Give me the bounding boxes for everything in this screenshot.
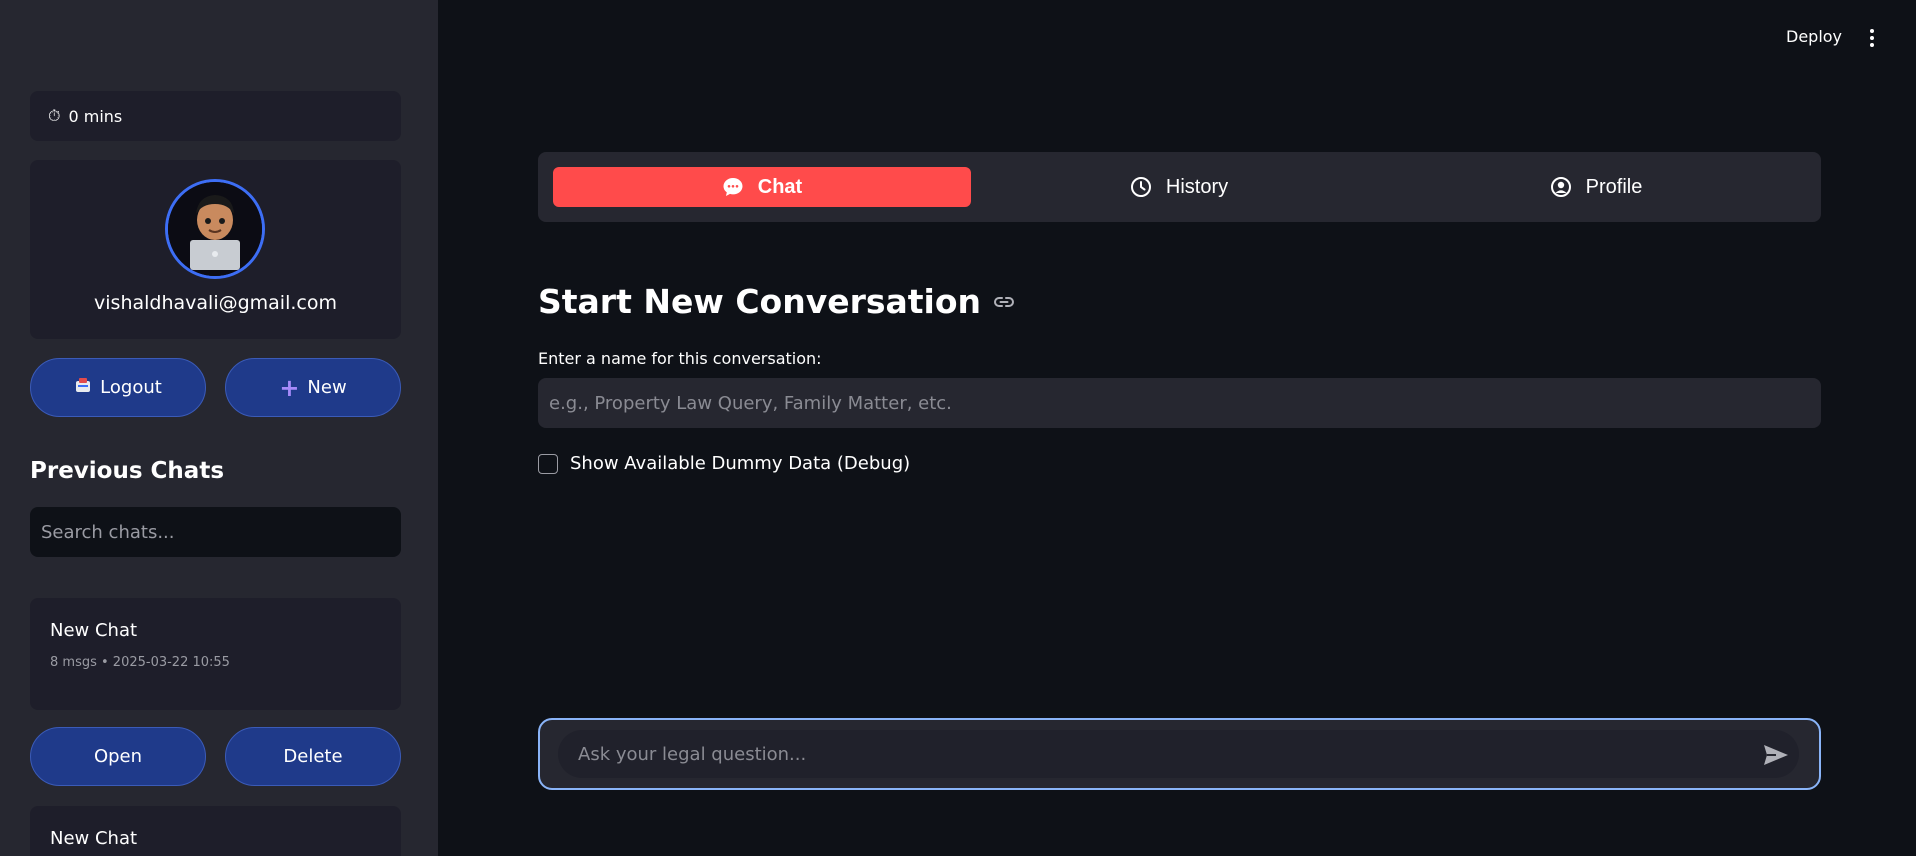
logout-button[interactable]: Logout [30,358,206,417]
chat-input-container [538,718,1821,790]
clock-icon [1130,176,1152,198]
sidebar: ⏱ 0 mins vishaldhavali@gmail.com Logout … [0,0,438,856]
tab-profile-label: Profile [1585,175,1643,198]
link-icon[interactable] [993,291,1015,313]
chat-bubble-icon [722,176,744,198]
open-chat-button[interactable]: Open [30,727,206,786]
user-email: vishaldhavali@gmail.com [94,292,337,314]
page-title-text: Start New Conversation [538,282,982,321]
previous-chats-heading: Previous Chats [30,458,225,484]
delete-label: Delete [283,746,343,767]
tab-chat-label: Chat [757,175,803,198]
new-chat-button[interactable]: + New [225,358,401,417]
new-label: New [307,377,347,398]
avatar [165,179,265,279]
open-label: Open [93,746,143,767]
tab-history[interactable]: History [970,167,1388,207]
send-icon[interactable] [1763,744,1789,766]
more-menu-icon[interactable] [1862,26,1882,50]
deploy-button[interactable]: Deploy [1786,27,1842,46]
conversation-name-label: Enter a name for this conversation: [538,349,822,368]
logout-icon [74,376,92,399]
chat-meta: 8 msgs • 2025-03-22 10:55 [50,655,230,670]
page-title: Start New Conversation [538,282,1015,321]
tab-bar: Chat History Profile [538,152,1821,222]
chat-title: New Chat [50,620,138,641]
debug-checkbox[interactable] [538,453,558,474]
delete-chat-button[interactable]: Delete [225,727,401,786]
chat-title: New Chat [50,828,138,849]
debug-checkbox-label: Show Available Dummy Data (Debug) [570,453,911,474]
search-chats-input[interactable] [30,507,401,557]
session-timer: ⏱ 0 mins [30,91,401,141]
tab-chat[interactable]: Chat [553,167,971,207]
timer-text: 0 mins [68,106,123,126]
chat-list-item: New Chat [30,806,401,856]
chat-input[interactable] [558,730,1799,778]
profile-card: vishaldhavali@gmail.com [30,160,401,339]
tab-history-label: History [1165,175,1229,198]
chat-list-item: New Chat 8 msgs • 2025-03-22 10:55 [30,598,401,710]
conversation-name-input[interactable] [538,378,1821,428]
plus-icon: + [279,373,300,402]
stopwatch-icon: ⏱ [48,106,61,125]
user-circle-icon [1550,176,1572,198]
logout-label: Logout [100,377,162,398]
tab-profile[interactable]: Profile [1387,167,1805,207]
debug-checkbox-row: Show Available Dummy Data (Debug) [538,453,910,474]
